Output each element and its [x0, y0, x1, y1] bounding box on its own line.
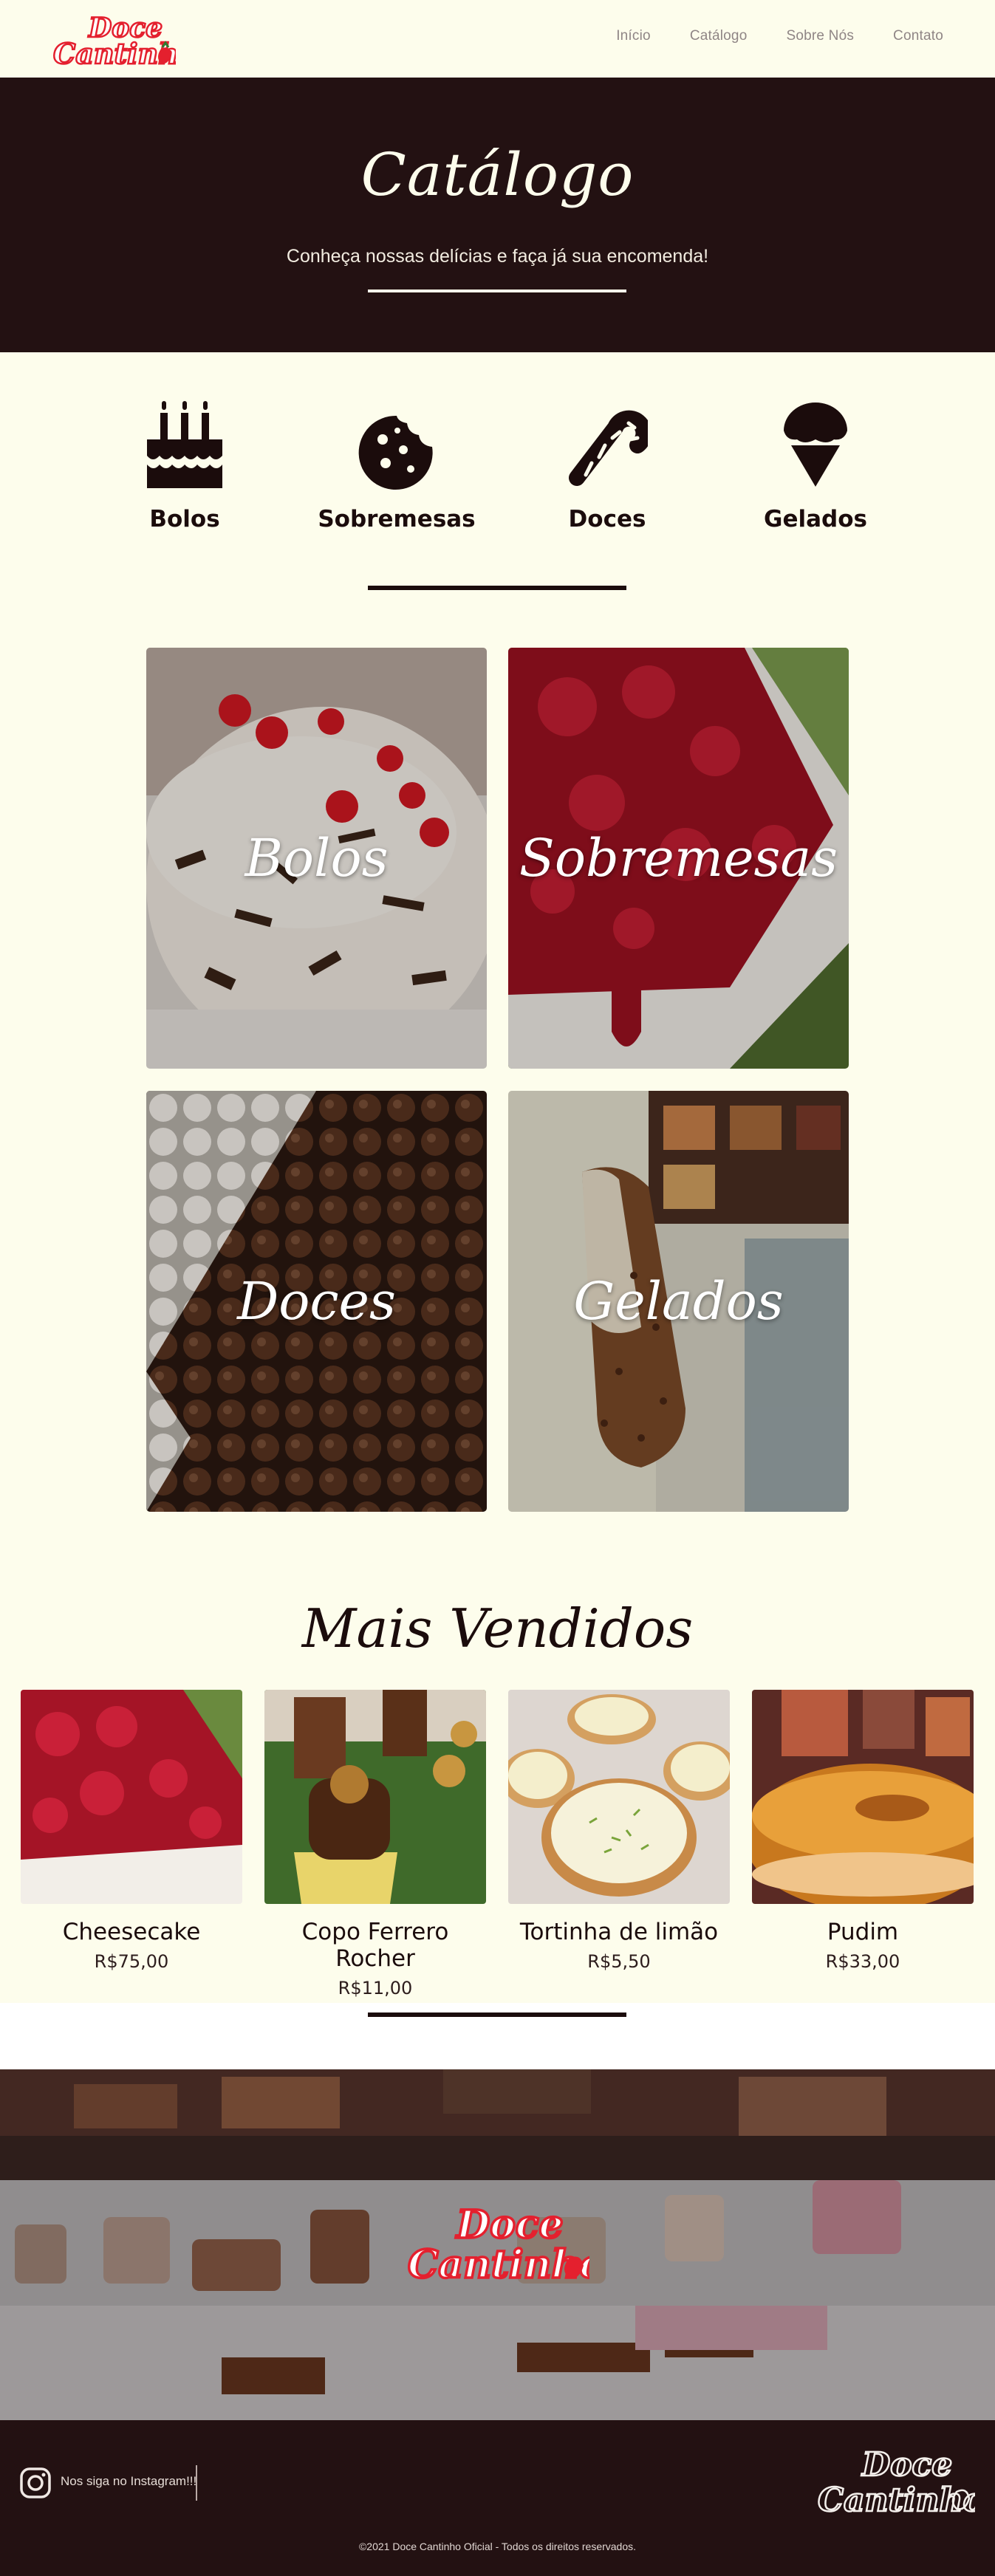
logo-word-1: Doce	[455, 2202, 564, 2247]
category-bolos[interactable]: Bolos	[103, 395, 266, 535]
banner-logo: Doce Cantinho	[406, 2201, 589, 2288]
nav-links: Início Catálogo Sobre Nós Contato	[577, 28, 943, 44]
product-price: R$33,00	[825, 1951, 900, 1972]
product-image	[21, 1690, 242, 1904]
product-name: Copo Ferrero Rocher	[301, 1919, 449, 1972]
nav-link-inicio[interactable]: Início	[616, 28, 651, 44]
card-gelados[interactable]: Gelados	[508, 1091, 849, 1512]
card-label: Doces	[237, 1271, 396, 1332]
copyright-text: ©2021 Doce Cantinho Oficial - Todos os d…	[358, 2541, 637, 2552]
product-image	[508, 1690, 730, 1904]
product-card[interactable]: Cheesecake R$75,00	[21, 1690, 242, 1972]
hero-divider	[368, 290, 626, 292]
footer-logo: Doce Cantinho	[817, 2445, 975, 2521]
category-label: Doces	[568, 506, 646, 532]
logo-word-2: Cantinho	[818, 2481, 975, 2519]
instagram-link[interactable]: Nos siga no Instagram!!!	[61, 2474, 196, 2489]
product-name: Cheesecake	[62, 1919, 201, 1945]
category-label: Gelados	[764, 506, 867, 532]
card-bolos[interactable]: Bolos	[146, 648, 487, 1069]
card-label: Gelados	[573, 1271, 784, 1332]
card-label: Sobremesas	[519, 828, 838, 888]
logo-word-2: Cantinho	[408, 2242, 589, 2287]
hero-subtitle: Conheça nossas delícias e faça já sua en…	[286, 246, 709, 267]
category-label: Bolos	[149, 506, 220, 532]
product-price: R$75,00	[94, 1951, 169, 1972]
card-doces[interactable]: Doces	[146, 1091, 487, 1512]
card-label: Bolos	[245, 828, 389, 888]
page-title: Catálogo	[360, 140, 635, 209]
nav-link-sobre[interactable]: Sobre Nós	[786, 28, 854, 44]
best-sellers-title: Mais Vendidos	[301, 1597, 694, 1659]
section-divider	[368, 586, 626, 590]
cookie-icon	[358, 415, 433, 490]
cake-icon	[147, 401, 222, 488]
candy-cane-icon	[569, 410, 648, 486]
logo[interactable]: Doce Cantinho	[50, 9, 176, 69]
product-card[interactable]: Pudim R$33,00	[752, 1690, 974, 1972]
category-gelados[interactable]: Gelados	[734, 395, 897, 535]
product-name: Tortinha de limão	[519, 1919, 719, 1945]
ice-cream-icon	[784, 402, 847, 487]
section-divider	[368, 2012, 626, 2017]
lemon-tart-photo	[508, 1690, 730, 1904]
product-image	[264, 1690, 486, 1904]
category-sobremesas[interactable]: Sobremesas	[315, 395, 478, 535]
product-price: R$5,50	[587, 1951, 651, 1972]
product-card[interactable]: Tortinha de limão R$5,50	[508, 1690, 730, 1972]
top-navbar: Doce Cantinho Início Catálogo Sobre Nós …	[0, 0, 995, 78]
logo-word-1: Doce	[861, 2446, 952, 2484]
cheesecake-photo	[21, 1690, 242, 1904]
product-image	[752, 1690, 974, 1904]
product-price: R$11,00	[338, 1978, 413, 1998]
nav-link-catalogo[interactable]: Catálogo	[690, 28, 748, 44]
instagram-icon[interactable]	[19, 2467, 52, 2499]
hero-banner: Catálogo Conheça nossas delícias e faça …	[0, 78, 995, 352]
logo-word-2: Cantinho	[53, 37, 176, 69]
card-sobremesas[interactable]: Sobremesas	[508, 648, 849, 1069]
product-card[interactable]: Copo Ferrero Rocher R$11,00	[264, 1690, 486, 1998]
nav-link-contato[interactable]: Contato	[893, 28, 943, 44]
ferrero-cup-photo	[264, 1690, 486, 1904]
category-label: Sobremesas	[318, 506, 476, 532]
category-doces[interactable]: Doces	[526, 395, 688, 535]
product-name: Pudim	[827, 1919, 899, 1945]
pudim-photo	[752, 1690, 974, 1904]
footer-separator	[196, 2465, 197, 2501]
